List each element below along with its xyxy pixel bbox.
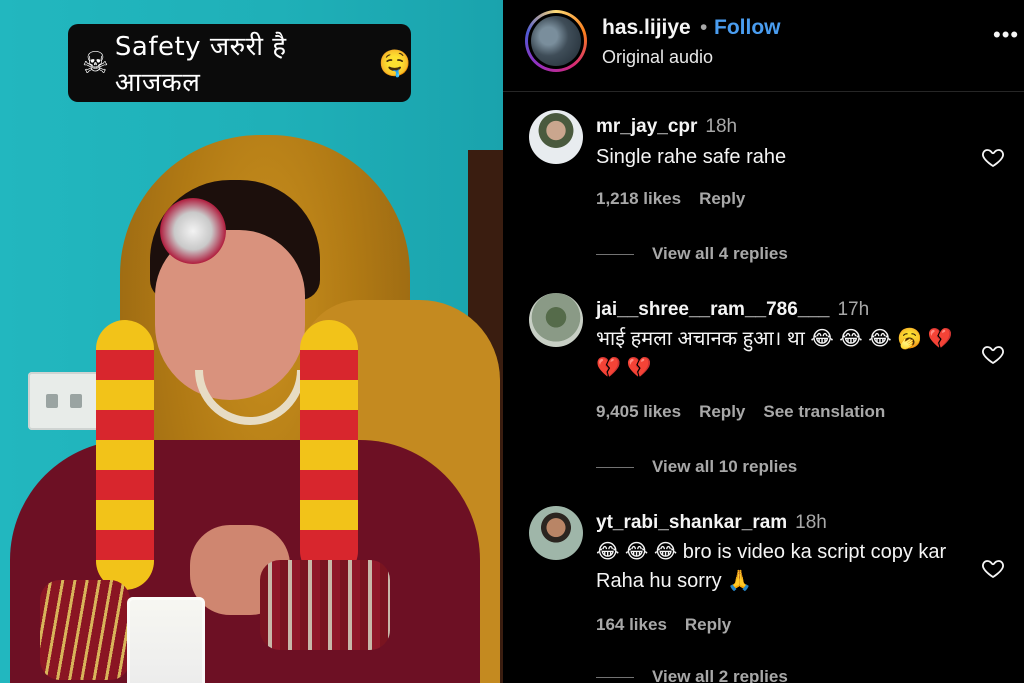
replies-divider: [596, 676, 634, 678]
likes-count[interactable]: 9,405 likes: [596, 402, 681, 421]
bangles-right: [260, 560, 390, 650]
comment-actions: 9,405 likes Reply See translation: [596, 402, 903, 422]
author-avatar[interactable]: [525, 10, 587, 72]
view-replies-label: View all 4 replies: [652, 244, 788, 263]
commenter-username[interactable]: mr_jay_cpr: [596, 116, 697, 137]
garland-right: [300, 320, 358, 580]
view-replies-label: View all 10 replies: [652, 457, 798, 476]
view-replies-button[interactable]: View all 4 replies: [596, 244, 788, 264]
heart-icon[interactable]: [981, 145, 1005, 169]
comment-header: mr_jay_cpr 18h: [596, 116, 737, 138]
reply-button[interactable]: Reply: [699, 402, 745, 421]
caption-text: Safety जरुरी है आजकल: [114, 32, 287, 98]
commenter-avatar[interactable]: [529, 110, 583, 164]
heart-icon[interactable]: [981, 556, 1005, 580]
commenter-avatar[interactable]: [529, 506, 583, 560]
comment-actions: 164 likes Reply: [596, 615, 749, 635]
post-header: has.lijiye • Follow Original audio •••: [503, 0, 1024, 92]
comment-time: 18h: [705, 116, 738, 137]
caption-emoji: 🤤: [378, 47, 411, 78]
comments-panel: has.lijiye • Follow Original audio ••• m…: [503, 0, 1024, 683]
likes-count[interactable]: 1,218 likes: [596, 189, 681, 208]
wall-switchboard: [28, 372, 103, 430]
separator-dot: •: [700, 16, 708, 39]
replies-divider: [596, 466, 634, 468]
comment-text: Single rahe safe rahe: [596, 146, 787, 168]
replies-divider: [596, 253, 634, 255]
view-replies-button[interactable]: View all 2 replies: [596, 667, 788, 683]
maang-tikka: [160, 198, 226, 264]
comment-text: 😂 😂 😂 bro is video ka script copy kar Ra…: [596, 541, 947, 592]
author-username[interactable]: has.lijiye: [602, 16, 691, 40]
more-options-icon[interactable]: •••: [993, 22, 1019, 48]
reply-button[interactable]: Reply: [699, 189, 745, 208]
commenter-username[interactable]: jai__shree__ram__786___: [596, 299, 829, 320]
comment-time: 17h: [837, 299, 870, 320]
comment-text: भाई हमला अचानक हुआ। था 😂 😂 😂 🥱 💔 💔 💔: [596, 328, 953, 379]
comment-time: 18h: [795, 512, 827, 533]
skull-icon: ☠: [82, 46, 109, 80]
comment-header: jai__shree__ram__786___ 17h: [596, 299, 869, 321]
comment-header: yt_rabi_shankar_ram 18h: [596, 512, 827, 534]
garland-left: [96, 320, 154, 590]
video-caption: ☠ Safety जरुरी है आजकल 🤤: [68, 24, 411, 102]
see-translation-button[interactable]: See translation: [763, 402, 885, 421]
milk-glass: [127, 597, 205, 683]
commenter-username[interactable]: yt_rabi_shankar_ram: [596, 512, 787, 533]
audio-label[interactable]: Original audio: [602, 47, 713, 68]
comment-actions: 1,218 likes Reply: [596, 189, 763, 209]
commenter-avatar[interactable]: [529, 293, 583, 347]
bangles-left: [40, 580, 130, 680]
view-replies-button[interactable]: View all 10 replies: [596, 457, 797, 477]
heart-icon[interactable]: [981, 342, 1005, 366]
likes-count[interactable]: 164 likes: [596, 615, 667, 634]
reel-video[interactable]: ☠ Safety जरुरी है आजकल 🤤: [0, 0, 503, 683]
view-replies-label: View all 2 replies: [652, 667, 788, 683]
follow-button[interactable]: Follow: [714, 16, 781, 40]
reply-button[interactable]: Reply: [685, 615, 731, 634]
